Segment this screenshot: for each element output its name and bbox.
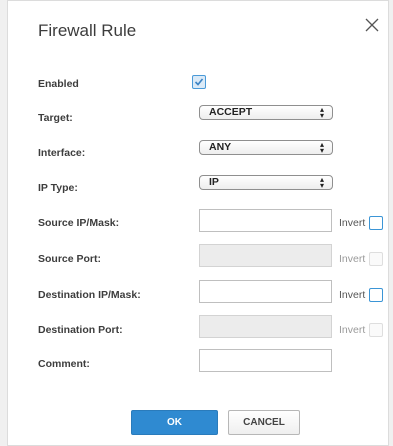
dest-port-invert-label: Invert xyxy=(339,324,366,336)
interface-value: ANY xyxy=(209,141,232,153)
dest-ip-input[interactable] xyxy=(199,280,332,303)
source-ip-invert-label: Invert xyxy=(339,217,366,229)
enabled-label: Enabled xyxy=(38,78,79,90)
source-ip-invert-checkbox[interactable] xyxy=(369,216,383,230)
dialog-title: Firewall Rule xyxy=(38,21,137,40)
updown-arrows-icon: ▴ ▾ xyxy=(319,175,324,190)
comment-input[interactable] xyxy=(199,349,332,372)
ip-type-select[interactable]: IP ▴ ▾ xyxy=(199,175,333,190)
interface-select[interactable]: ANY ▴ ▾ xyxy=(199,140,333,155)
interface-label: Interface: xyxy=(38,147,86,159)
ok-button[interactable]: OK xyxy=(131,410,218,435)
close-icon[interactable] xyxy=(362,15,382,35)
updown-arrows-icon: ▴ ▾ xyxy=(319,140,324,155)
updown-arrows-icon: ▴ ▾ xyxy=(319,105,324,120)
source-ip-input[interactable] xyxy=(199,209,332,232)
enabled-checkbox[interactable] xyxy=(192,75,206,89)
cancel-button[interactable]: CANCEL xyxy=(228,410,300,435)
target-value: ACCEPT xyxy=(209,106,253,118)
source-port-input[interactable] xyxy=(199,244,332,267)
dest-port-label: Destination Port: xyxy=(38,324,123,336)
comment-label: Comment: xyxy=(38,358,90,370)
source-port-label: Source Port: xyxy=(38,253,102,265)
checkmark-icon xyxy=(194,78,204,86)
dest-ip-invert-checkbox[interactable] xyxy=(369,288,383,302)
dest-ip-invert-label: Invert xyxy=(339,289,366,301)
dest-port-invert-checkbox[interactable] xyxy=(369,323,383,337)
source-ip-label: Source IP/Mask: xyxy=(38,217,120,229)
firewall-rule-dialog: Firewall Rule Enabled Target: ACCEPT ▴ ▾ … xyxy=(7,0,389,446)
source-port-invert-label: Invert xyxy=(339,253,366,265)
ip-type-label: IP Type: xyxy=(38,182,78,194)
dest-port-input[interactable] xyxy=(199,315,332,338)
ip-type-value: IP xyxy=(209,176,219,188)
source-port-invert-checkbox[interactable] xyxy=(369,252,383,266)
target-label: Target: xyxy=(38,112,73,124)
dest-ip-label: Destination IP/Mask: xyxy=(38,289,141,301)
target-select[interactable]: ACCEPT ▴ ▾ xyxy=(199,105,333,120)
